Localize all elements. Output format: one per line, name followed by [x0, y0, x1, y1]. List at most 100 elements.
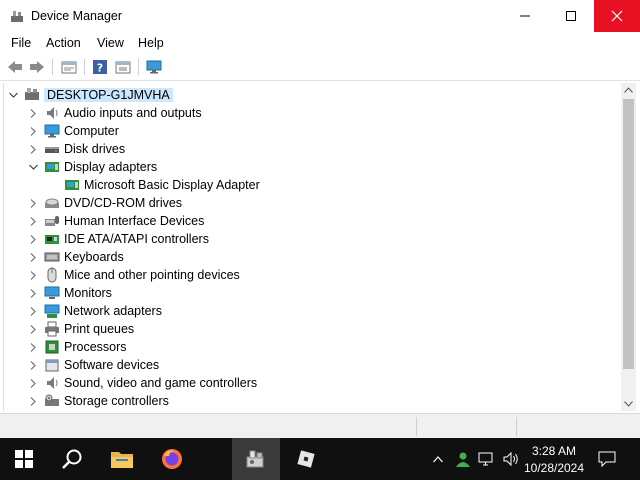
clock-time[interactable]: 3:28 AM: [519, 444, 589, 458]
tree-item-label: IDE ATA/ATAPI controllers: [64, 232, 209, 246]
tree-item-label: Mice and other pointing devices: [64, 268, 240, 282]
chevron-right-icon[interactable]: [28, 374, 38, 392]
chevron-right-icon[interactable]: [28, 320, 38, 338]
tree-category-item[interactable]: Storage controllers: [28, 392, 169, 410]
chevron-down-icon[interactable]: [28, 158, 38, 176]
clock-date[interactable]: 10/28/2024: [519, 461, 589, 475]
computer-root-icon: [24, 87, 40, 103]
chevron-right-icon[interactable]: [28, 122, 38, 140]
display-adapter-icon: [44, 159, 60, 175]
menu-help[interactable]: Help: [138, 36, 164, 50]
tree-item-label: Display adapters: [64, 160, 158, 174]
tree-root-item[interactable]: DESKTOP-G1JMVHA: [8, 86, 173, 104]
tree-item-label: Monitors: [64, 286, 112, 300]
chevron-right-icon[interactable]: [28, 212, 38, 230]
tree-category-item[interactable]: Disk drives: [28, 140, 125, 158]
storage-icon: [44, 393, 60, 409]
scrollbar-thumb[interactable]: [623, 99, 634, 369]
toolbar-separator: [52, 59, 53, 75]
toolbar-separator: [84, 59, 85, 75]
scroll-up-icon[interactable]: [624, 87, 633, 93]
tree-category-item[interactable]: Software devices: [28, 356, 159, 374]
tree-category-item[interactable]: Mice and other pointing devices: [28, 266, 240, 284]
back-icon[interactable]: [5, 58, 25, 76]
close-button[interactable]: [594, 0, 640, 32]
tree-item-label: Audio inputs and outputs: [64, 106, 202, 120]
window-title: Device Manager: [31, 9, 123, 23]
tree-category-item[interactable]: Monitors: [28, 284, 112, 302]
scan-hardware-icon[interactable]: [144, 58, 164, 76]
tree-category-item[interactable]: Display adapters: [28, 158, 157, 176]
chevron-right-icon[interactable]: [28, 392, 38, 410]
tree-item-label: Print queues: [64, 322, 135, 336]
chevron-right-icon[interactable]: [28, 356, 38, 374]
toolbar: ?: [0, 54, 640, 81]
roblox-icon[interactable]: [282, 438, 330, 480]
properties-icon[interactable]: [59, 58, 79, 76]
menu-file[interactable]: File: [11, 36, 31, 50]
maximize-button[interactable]: [548, 0, 594, 32]
device-manager-window: Device Manager File Action View Help ? D…: [0, 0, 640, 438]
tree-item-label: Processors: [64, 340, 127, 354]
network-icon[interactable]: [476, 438, 498, 480]
device-manager-icon: [10, 9, 24, 23]
status-bar-divider: [416, 417, 417, 436]
chevron-right-icon[interactable]: [28, 248, 38, 266]
tree-category-item[interactable]: Sound, video and game controllers: [28, 374, 257, 392]
tree-item-label: Storage controllers: [64, 394, 169, 408]
tree-item-label: Microsoft Basic Display Adapter: [84, 178, 260, 192]
firefox-icon[interactable]: [148, 438, 196, 480]
gpu-device-icon: [64, 177, 80, 193]
chevron-down-icon[interactable]: [8, 86, 18, 104]
chevron-right-icon[interactable]: [28, 104, 38, 122]
device-manager-icon[interactable]: [232, 438, 280, 480]
chevron-right-icon[interactable]: [28, 194, 38, 212]
file-explorer-icon[interactable]: [98, 438, 146, 480]
chevron-right-icon[interactable]: [28, 284, 38, 302]
tree-item-label: DVD/CD-ROM drives: [64, 196, 183, 210]
menu-view[interactable]: View: [97, 36, 124, 50]
title-bar[interactable]: Device Manager: [0, 0, 640, 32]
windows-start-icon[interactable]: [0, 438, 48, 480]
tree-item-label: Computer: [64, 124, 119, 138]
tree-category-item[interactable]: Print queues: [28, 320, 134, 338]
menu-action[interactable]: Action: [46, 36, 81, 50]
tree-category-item[interactable]: Processors: [28, 338, 127, 356]
chevron-right-icon[interactable]: [28, 140, 38, 158]
chevron-right-icon[interactable]: [28, 302, 38, 320]
speaker-icon: [44, 375, 60, 391]
update-driver-icon[interactable]: [113, 58, 133, 76]
chevron-right-icon[interactable]: [28, 230, 38, 248]
tree-category-item[interactable]: Computer: [28, 122, 119, 140]
status-bar: [0, 413, 640, 438]
chevron-right-icon[interactable]: [28, 338, 38, 356]
show-hidden-icons-icon[interactable]: [428, 438, 448, 480]
help-icon[interactable]: ?: [90, 58, 110, 76]
tree-category-item[interactable]: Human Interface Devices: [28, 212, 204, 230]
dvd-icon: [44, 195, 60, 211]
tree-item-label: Software devices: [64, 358, 160, 372]
tree-category-item[interactable]: DVD/CD-ROM drives: [28, 194, 182, 212]
tree-category-item[interactable]: Network adapters: [28, 302, 162, 320]
tree-category-item[interactable]: IDE ATA/ATAPI controllers: [28, 230, 209, 248]
device-tree[interactable]: DESKTOP-G1JMVHA Audio inputs and outputs C…: [3, 83, 621, 411]
search-icon[interactable]: [48, 438, 96, 480]
tree-device-item[interactable]: Microsoft Basic Display Adapter: [64, 176, 260, 194]
monitor-icon: [44, 285, 60, 301]
computer-icon: [44, 123, 60, 139]
tree-category-item[interactable]: Audio inputs and outputs: [28, 104, 202, 122]
ide-icon: [44, 231, 60, 247]
tree-root-label: DESKTOP-G1JMVHA: [44, 88, 173, 102]
forward-icon[interactable]: [27, 58, 47, 76]
svg-text:?: ?: [97, 62, 103, 75]
tree-category-item[interactable]: Keyboards: [28, 248, 124, 266]
notifications-icon[interactable]: [594, 438, 620, 480]
scroll-down-icon[interactable]: [624, 401, 633, 407]
tree-item-label: Network adapters: [64, 304, 162, 318]
user-account-icon[interactable]: [452, 438, 474, 480]
mouse-icon: [44, 267, 60, 283]
status-bar-divider: [516, 417, 517, 436]
vertical-scrollbar[interactable]: [621, 83, 636, 411]
minimize-button[interactable]: [502, 0, 548, 32]
chevron-right-icon[interactable]: [28, 266, 38, 284]
